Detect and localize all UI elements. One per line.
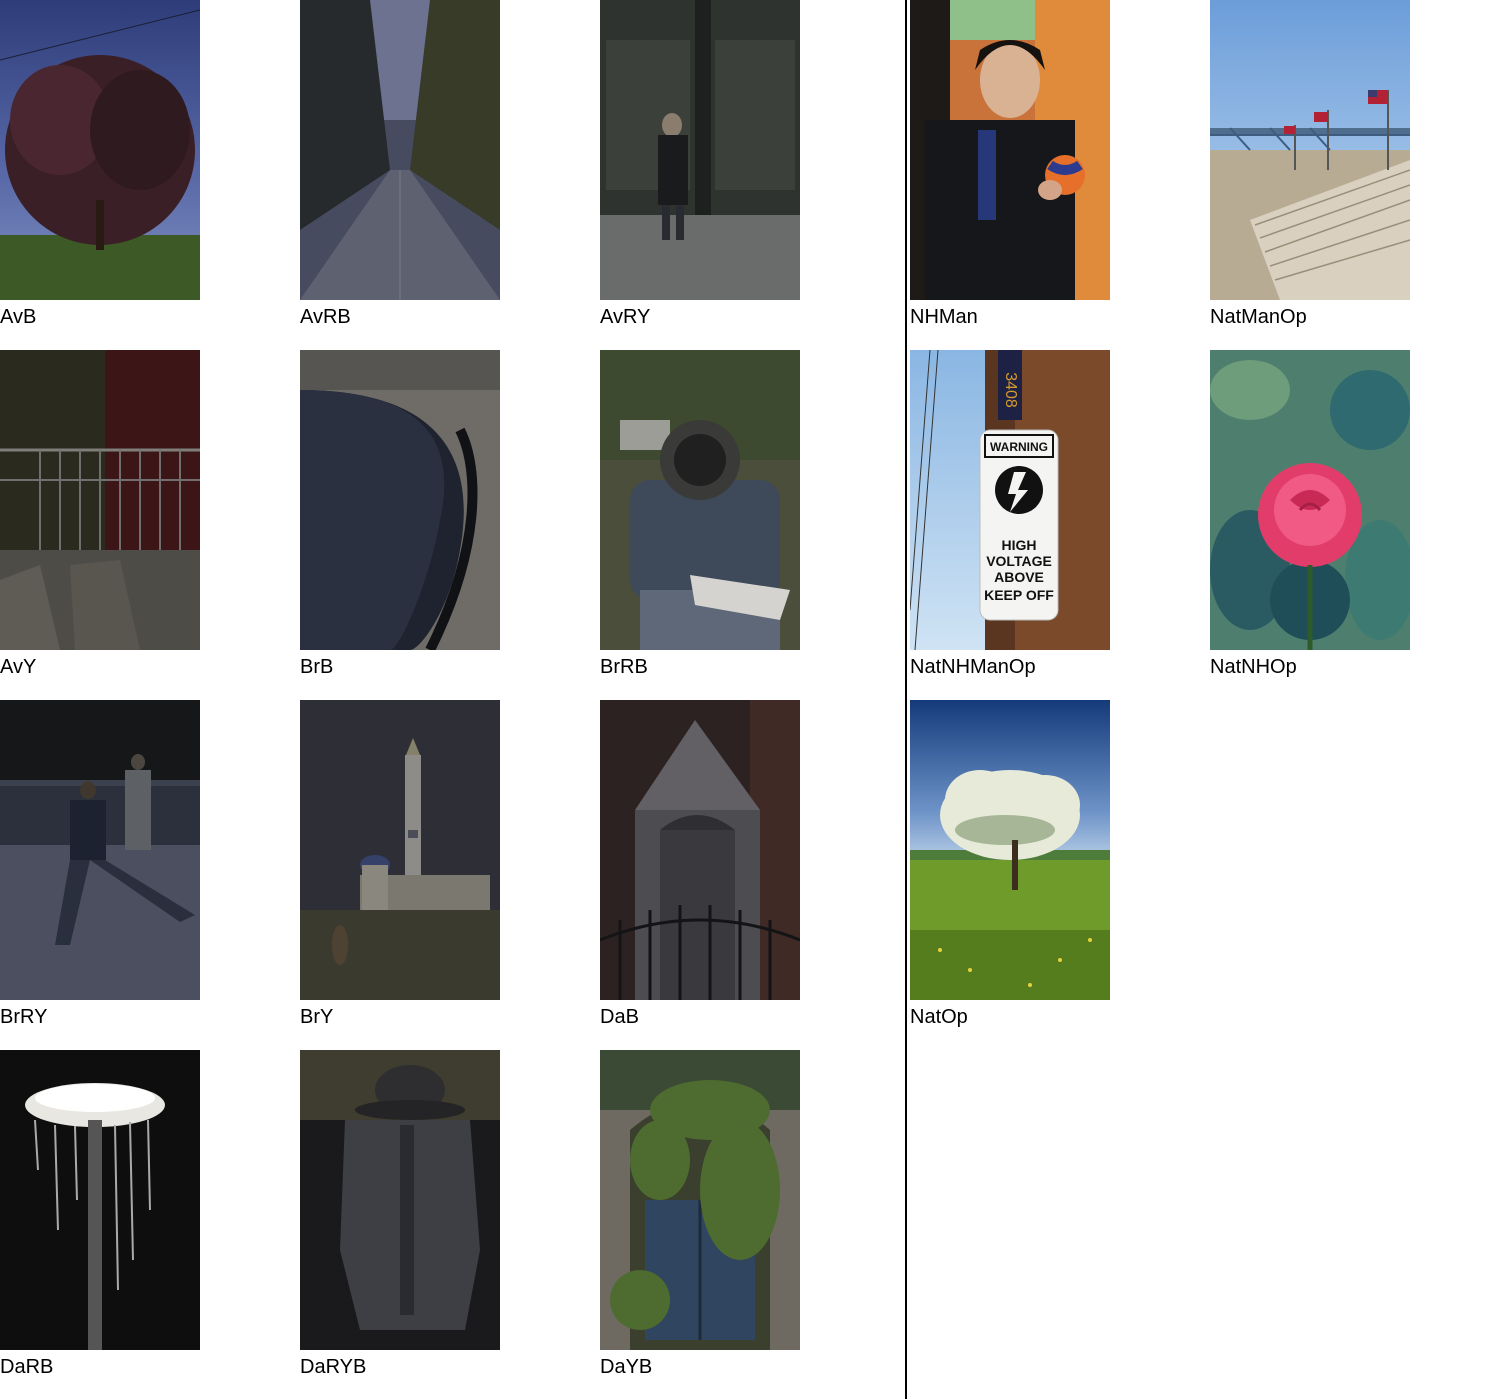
gallery-item-brry[interactable]: BrRY xyxy=(0,700,200,1029)
photo-railing-stairs[interactable] xyxy=(0,350,200,650)
photo-ice-skaters[interactable] xyxy=(0,700,200,1000)
panel-divider xyxy=(905,0,907,1399)
photo-riverfront-flags[interactable] xyxy=(1210,0,1410,300)
sign-line-1: HIGH xyxy=(1002,537,1037,553)
gallery-item-daryb[interactable]: DaRYB xyxy=(300,1050,500,1379)
photo-garden-gate[interactable] xyxy=(600,1050,800,1350)
photo-lamp-icicles[interactable] xyxy=(0,1050,200,1350)
caption: DaYB xyxy=(600,1356,653,1378)
caption: BrB xyxy=(300,656,334,678)
sign-line-4: KEEP OFF xyxy=(984,587,1054,603)
caption: NatNHManOp xyxy=(910,656,1036,678)
caption: AvB xyxy=(0,306,37,328)
gallery-item-dab[interactable]: DaB xyxy=(600,700,800,1029)
caption: DaRYB xyxy=(300,1356,367,1378)
photo-fountain-edge[interactable] xyxy=(300,350,500,650)
gallery-item-avrb[interactable]: AvRB xyxy=(300,0,500,329)
gallery-item-avry[interactable]: AvRY xyxy=(600,0,800,329)
gallery-item-nhman[interactable]: NHMan xyxy=(910,0,1110,329)
gallery-item-darb[interactable]: DaRB xyxy=(0,1050,200,1379)
photo-firefighter-coat[interactable] xyxy=(300,1050,500,1350)
caption: DaB xyxy=(600,1006,639,1028)
photo-man-with-ball[interactable] xyxy=(910,0,1110,300)
sign-line-3: ABOVE xyxy=(994,569,1044,585)
caption: NatManOp xyxy=(1210,306,1307,328)
caption: AvRY xyxy=(600,306,651,328)
photo-tree-blue-sky[interactable] xyxy=(0,0,200,300)
photo-man-megaphone[interactable] xyxy=(600,350,800,650)
caption: NatOp xyxy=(910,1006,968,1028)
photo-woman-by-building[interactable] xyxy=(600,0,800,300)
gallery-item-avy[interactable]: AvY xyxy=(0,350,200,679)
caption: BrRB xyxy=(600,656,648,678)
caption: AvRB xyxy=(300,306,351,328)
caption: BrRY xyxy=(0,1006,48,1028)
photo-gothic-door[interactable] xyxy=(600,700,800,1000)
caption: AvY xyxy=(0,656,37,678)
caption: BrY xyxy=(300,1006,334,1028)
gallery-item-bry[interactable]: BrY xyxy=(300,700,500,1029)
photo-high-voltage-sign[interactable]: 3408 WARNING HIGH VOLTAGE ABOVE KEEP OFF xyxy=(910,350,1110,650)
gallery-item-natnhmanop[interactable]: 3408 WARNING HIGH VOLTAGE ABOVE KEEP OFF… xyxy=(910,350,1110,679)
pole-number: 3408 xyxy=(1002,372,1019,408)
caption: DaRB xyxy=(0,1356,54,1378)
gallery-item-brrb[interactable]: BrRB xyxy=(600,350,800,679)
caption: NatNHOp xyxy=(1210,656,1297,678)
photo-pink-rose[interactable] xyxy=(1210,350,1410,650)
photo-bell-tower[interactable] xyxy=(300,700,500,1000)
gallery-item-avb[interactable]: AvB xyxy=(0,0,200,329)
gallery-item-dayb[interactable]: DaYB xyxy=(600,1050,800,1379)
gallery-item-natmanop[interactable]: NatManOp xyxy=(1210,0,1410,329)
photo-tree-lined-path[interactable] xyxy=(300,0,500,300)
gallery-item-natop[interactable]: NatOp xyxy=(910,700,1110,1029)
photo-blossom-tree-field[interactable] xyxy=(910,700,1110,1000)
gallery-item-brb[interactable]: BrB xyxy=(300,350,500,679)
caption: NHMan xyxy=(910,306,978,328)
gallery-item-natnhop[interactable]: NatNHOp xyxy=(1210,350,1410,679)
sign-warning: WARNING xyxy=(990,440,1048,454)
sign-line-2: VOLTAGE xyxy=(986,553,1052,569)
